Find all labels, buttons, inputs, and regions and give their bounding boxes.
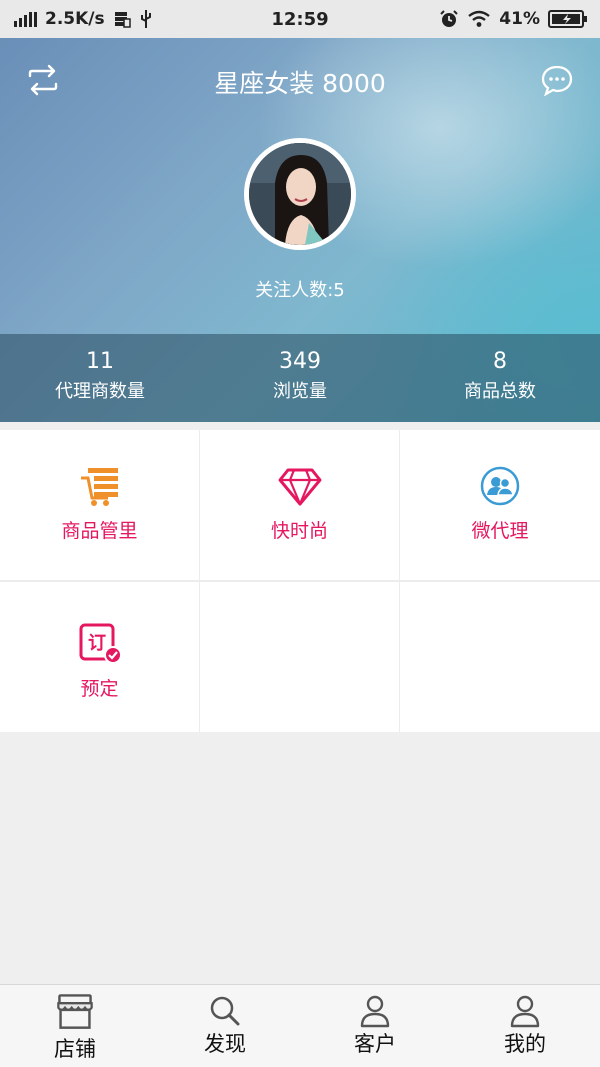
grid-empty-cell: [400, 582, 600, 732]
battery-percent: 41%: [499, 9, 540, 29]
tab-label: 客户: [354, 1032, 396, 1056]
person-icon: [360, 995, 390, 1028]
grid-item-label: 预定: [80, 678, 119, 700]
tab-label: 店铺: [54, 1037, 96, 1061]
grid-empty-cell: [200, 582, 399, 732]
tab-discover[interactable]: 发现: [150, 985, 300, 1067]
stat-products[interactable]: 8 商品总数: [400, 334, 600, 422]
tab-mine[interactable]: 我的: [450, 985, 600, 1067]
diamond-icon: [278, 468, 321, 506]
user-icon: [510, 995, 540, 1028]
grid-item-label: 快时尚: [270, 520, 328, 542]
alarm-icon: [440, 10, 459, 27]
shop-avatar[interactable]: [244, 138, 356, 250]
grid-item-fast-fashion[interactable]: 快时尚: [200, 430, 399, 580]
order-check-icon: 订: [79, 623, 122, 664]
stat-value: 349: [279, 349, 321, 374]
tab-store[interactable]: 店铺: [0, 985, 150, 1067]
status-bar: 2.5K/s 12:59 41%: [0, 0, 600, 38]
stat-label: 代理商数量: [55, 381, 145, 402]
tab-customers[interactable]: 客户: [300, 985, 450, 1067]
shop-header: 星座女装 8000 关注人数:5 11 代理商数量 349 浏览量 8 商品总数: [0, 38, 600, 422]
avatar-photo: [249, 143, 351, 245]
function-grid: 商品管里 快时尚 微代理 订 预定: [0, 430, 600, 732]
tab-label: 我的: [504, 1032, 546, 1056]
people-circle-icon: [480, 466, 520, 506]
battery-icon: [548, 10, 587, 28]
stat-value: 11: [86, 349, 114, 374]
stats-bar: 11 代理商数量 349 浏览量 8 商品总数: [0, 334, 600, 422]
stat-label: 商品总数: [464, 381, 536, 402]
grid-item-label: 商品管里: [61, 520, 138, 542]
grid-item-micro-agent[interactable]: 微代理: [400, 430, 600, 580]
cart-list-icon: [80, 468, 118, 506]
stat-views[interactable]: 349 浏览量: [200, 334, 400, 422]
wifi-icon: [468, 10, 491, 27]
bottom-tab-bar: 店铺 发现 客户 我的: [0, 984, 600, 1067]
grid-item-label: 微代理: [471, 520, 529, 542]
grid-item-reservation[interactable]: 订 预定: [0, 582, 199, 732]
status-right: 41%: [439, 0, 588, 38]
store-icon: [57, 994, 93, 1029]
grid-item-product-management[interactable]: 商品管里: [0, 430, 199, 580]
message-icon[interactable]: [540, 64, 574, 96]
order-glyph: 订: [88, 633, 106, 654]
stat-value: 8: [493, 349, 507, 374]
tab-label: 发现: [204, 1032, 246, 1056]
followers-count: 关注人数:5: [255, 280, 345, 301]
stat-agents[interactable]: 11 代理商数量: [0, 334, 200, 422]
stat-label: 浏览量: [273, 381, 327, 402]
shop-title: 星座女装 8000: [214, 69, 386, 98]
search-icon: [210, 996, 240, 1026]
